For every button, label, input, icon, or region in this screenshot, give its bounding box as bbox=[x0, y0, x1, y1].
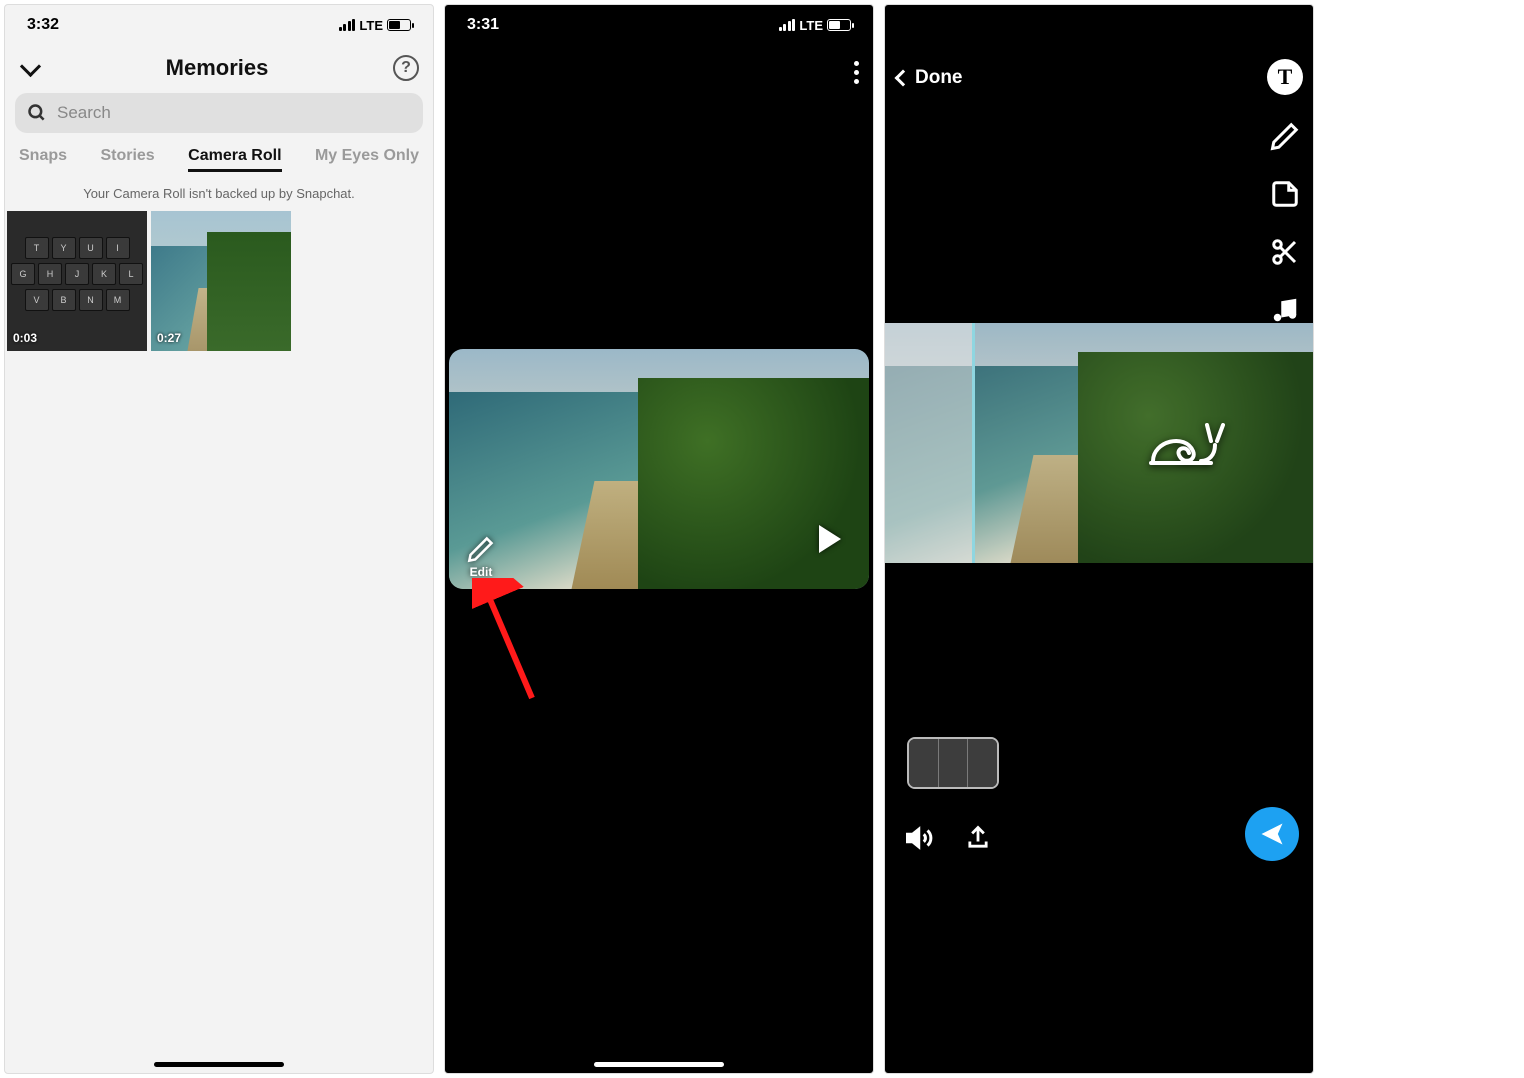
collapse-chevron-icon[interactable] bbox=[19, 57, 41, 79]
save-export-icon[interactable] bbox=[961, 821, 995, 855]
scissors-tool-icon[interactable] bbox=[1268, 235, 1302, 269]
thumbnail-grid: TYUI GHJKL VBNM 0:03 0:27 bbox=[5, 211, 433, 351]
home-indicator[interactable] bbox=[594, 1062, 724, 1067]
send-icon bbox=[1258, 820, 1286, 848]
status-bar: 3:32 LTE bbox=[5, 5, 433, 45]
duration-label: 0:27 bbox=[157, 331, 181, 345]
backup-message: Your Camera Roll isn't backed up by Snap… bbox=[5, 180, 433, 211]
preview-screen: 3:31 LTE Edit bbox=[444, 4, 874, 1074]
home-indicator[interactable] bbox=[154, 1062, 284, 1067]
tabs: Snaps Stories Camera Roll My Eyes Only bbox=[5, 143, 433, 180]
video-thumbnail[interactable]: 0:27 bbox=[151, 211, 291, 351]
status-right: LTE bbox=[779, 18, 851, 33]
music-tool-icon[interactable] bbox=[1268, 293, 1302, 327]
filter-swipe-overlay[interactable] bbox=[885, 323, 975, 563]
edit-label: Edit bbox=[470, 565, 493, 579]
tab-camera-roll[interactable]: Camera Roll bbox=[188, 147, 281, 172]
more-options-icon[interactable] bbox=[854, 61, 859, 84]
video-thumbnail[interactable]: TYUI GHJKL VBNM 0:03 bbox=[7, 211, 147, 351]
back-chevron-icon bbox=[895, 70, 912, 87]
header: Memories ? bbox=[5, 45, 433, 89]
search-input[interactable]: Search bbox=[15, 93, 423, 133]
help-icon[interactable]: ? bbox=[393, 55, 419, 81]
editor-canvas[interactable] bbox=[885, 323, 1313, 563]
done-label: Done bbox=[915, 67, 963, 89]
bottom-actions bbox=[903, 821, 995, 855]
tab-stories[interactable]: Stories bbox=[100, 147, 154, 172]
status-time: 3:32 bbox=[27, 16, 59, 34]
network-label: LTE bbox=[359, 18, 383, 33]
search-placeholder: Search bbox=[57, 103, 111, 123]
tab-my-eyes-only[interactable]: My Eyes Only bbox=[315, 147, 419, 172]
status-bar: 3:31 LTE bbox=[445, 5, 873, 45]
battery-icon bbox=[387, 19, 411, 31]
editor-screen: Done T + bbox=[884, 4, 1314, 1074]
done-button[interactable]: Done bbox=[897, 67, 963, 89]
draw-tool-icon[interactable] bbox=[1268, 119, 1302, 153]
status-right: LTE bbox=[339, 18, 411, 33]
tab-snaps[interactable]: Snaps bbox=[19, 147, 67, 172]
timeline-clip[interactable] bbox=[907, 737, 999, 789]
send-button[interactable] bbox=[1245, 807, 1299, 861]
search-icon bbox=[27, 103, 47, 123]
sticker-tool-icon[interactable] bbox=[1268, 177, 1302, 211]
battery-icon bbox=[827, 19, 851, 31]
signal-icon bbox=[339, 19, 356, 31]
duration-label: 0:03 bbox=[13, 331, 37, 345]
page-title: Memories bbox=[166, 55, 269, 81]
video-preview[interactable]: Edit bbox=[449, 349, 869, 589]
play-icon[interactable] bbox=[819, 525, 841, 553]
text-tool-icon[interactable]: T bbox=[1267, 59, 1303, 95]
edit-button[interactable]: Edit bbox=[467, 535, 495, 579]
signal-icon bbox=[779, 19, 796, 31]
status-time: 3:31 bbox=[467, 16, 499, 34]
memories-screen: 3:32 LTE Memories ? Search Snaps Stories… bbox=[4, 4, 434, 1074]
sound-toggle-icon[interactable] bbox=[903, 821, 937, 855]
network-label: LTE bbox=[799, 18, 823, 33]
snail-speed-icon bbox=[1145, 411, 1225, 474]
pencil-icon bbox=[467, 535, 495, 563]
